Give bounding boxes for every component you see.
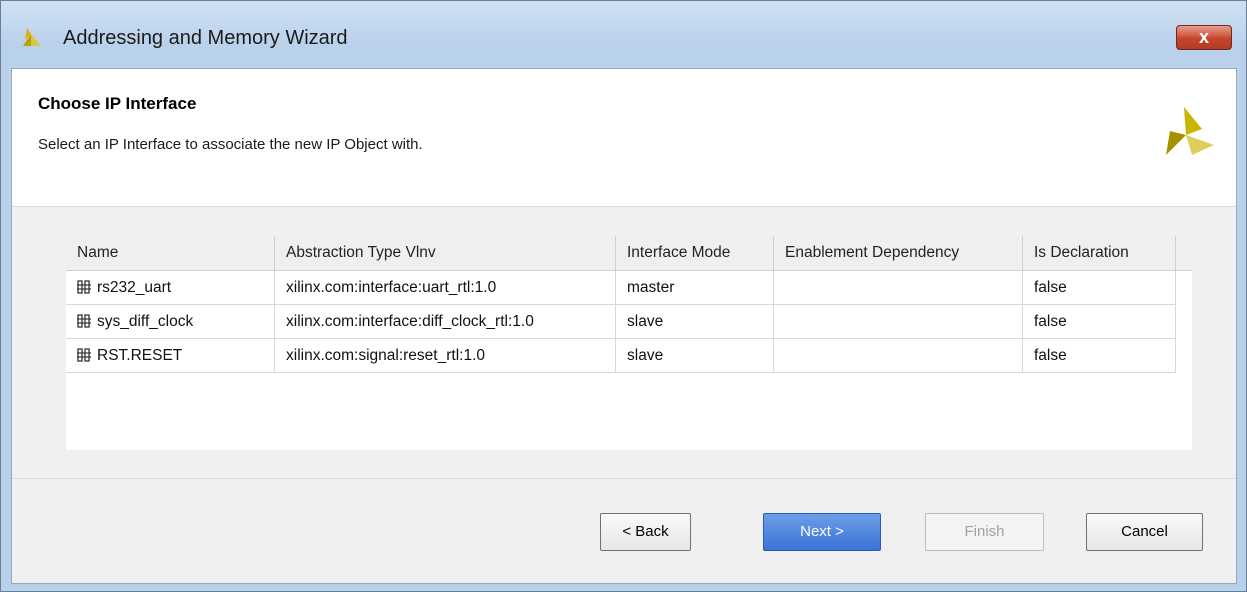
page-subtitle: Select an IP Interface to associate the … bbox=[38, 136, 423, 153]
column-header-declaration[interactable]: Is Declaration bbox=[1023, 236, 1176, 270]
back-button[interactable]: < Back bbox=[600, 513, 691, 551]
xilinx-logo-icon bbox=[1166, 107, 1214, 155]
footer-divider bbox=[12, 478, 1236, 479]
wizard-window: Addressing and Memory Wizard x Choose IP… bbox=[0, 0, 1247, 592]
cell-vlnv: xilinx.com:interface:uart_rtl:1.0 bbox=[275, 271, 616, 305]
column-header-vlnv[interactable]: Abstraction Type Vlnv bbox=[275, 236, 616, 270]
cell-declaration: false bbox=[1023, 271, 1176, 305]
interface-icon bbox=[77, 280, 91, 294]
cell-name: rs232_uart bbox=[66, 271, 275, 305]
cell-dependency bbox=[774, 339, 1023, 373]
table-header: Name Abstraction Type Vlnv Interface Mod… bbox=[66, 236, 1192, 271]
cell-name: RST.RESET bbox=[66, 339, 275, 373]
cell-vlnv: xilinx.com:signal:reset_rtl:1.0 bbox=[275, 339, 616, 373]
cell-declaration: false bbox=[1023, 339, 1176, 373]
column-header-dependency[interactable]: Enablement Dependency bbox=[774, 236, 1023, 270]
next-button[interactable]: Next > bbox=[763, 513, 881, 551]
title-bar[interactable]: Addressing and Memory Wizard x bbox=[1, 1, 1246, 50]
wizard-header: Choose IP Interface Select an IP Interfa… bbox=[12, 69, 1236, 207]
column-header-mode[interactable]: Interface Mode bbox=[616, 236, 774, 270]
interface-name: RST.RESET bbox=[97, 347, 183, 364]
interface-name: rs232_uart bbox=[97, 279, 172, 296]
finish-button[interactable]: Finish bbox=[925, 513, 1044, 551]
cell-mode: slave bbox=[616, 305, 774, 339]
page-title: Choose IP Interface bbox=[38, 94, 197, 113]
cell-mode: slave bbox=[616, 339, 774, 373]
wizard-client: Choose IP Interface Select an IP Interfa… bbox=[11, 68, 1237, 584]
cell-name: sys_diff_clock bbox=[66, 305, 275, 339]
close-icon: x bbox=[1198, 27, 1209, 47]
table-row[interactable]: rs232_uart xilinx.com:interface:uart_rtl… bbox=[66, 271, 1176, 305]
interface-icon bbox=[77, 348, 91, 362]
interface-icon bbox=[77, 314, 91, 328]
cell-dependency bbox=[774, 305, 1023, 339]
cell-dependency bbox=[774, 271, 1023, 305]
close-button[interactable]: x bbox=[1176, 25, 1232, 50]
interface-table: Name Abstraction Type Vlnv Interface Mod… bbox=[66, 236, 1192, 450]
cell-declaration: false bbox=[1023, 305, 1176, 339]
cell-mode: master bbox=[616, 271, 774, 305]
table-row[interactable]: RST.RESET xilinx.com:signal:reset_rtl:1.… bbox=[66, 339, 1176, 373]
column-header-name[interactable]: Name bbox=[66, 236, 275, 270]
xilinx-logo-icon bbox=[23, 28, 41, 46]
interface-name: sys_diff_clock bbox=[97, 313, 194, 330]
window-title: Addressing and Memory Wizard bbox=[63, 27, 348, 49]
cancel-button[interactable]: Cancel bbox=[1086, 513, 1203, 551]
cell-vlnv: xilinx.com:interface:diff_clock_rtl:1.0 bbox=[275, 305, 616, 339]
table-row[interactable]: sys_diff_clock xilinx.com:interface:diff… bbox=[66, 305, 1176, 339]
